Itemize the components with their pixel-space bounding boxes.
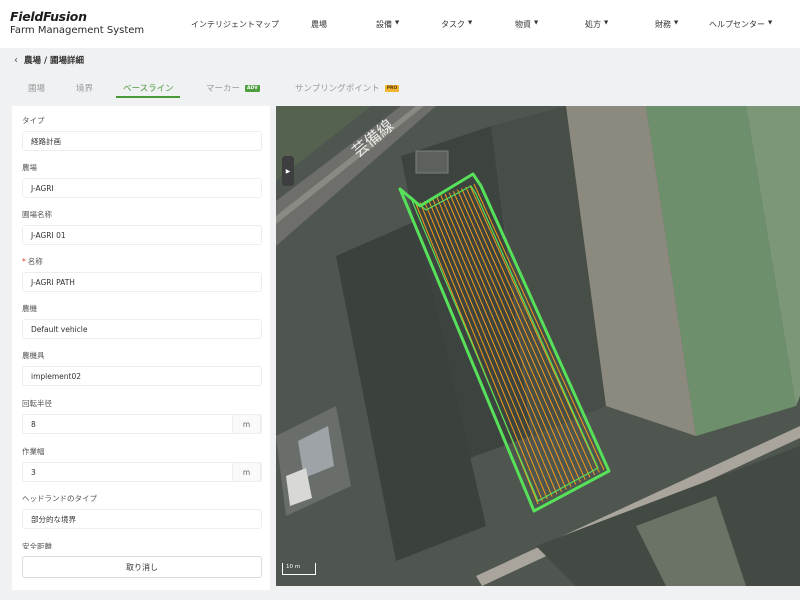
name-label-text: 名称 bbox=[27, 257, 43, 266]
type-label: タイプ bbox=[22, 116, 45, 125]
nav-label: 農場 bbox=[311, 19, 327, 29]
headland-type-select[interactable]: 部分的な境界 bbox=[22, 509, 262, 529]
caret-down-icon: ▼ bbox=[768, 20, 773, 26]
chevron-left-icon[interactable]: ‹ bbox=[14, 55, 18, 66]
caret-down-icon: ▼ bbox=[674, 20, 679, 26]
vehicle-label: 農機 bbox=[22, 304, 37, 313]
nav-label: 物資 bbox=[515, 19, 531, 29]
turning-radius-input[interactable]: 8m bbox=[22, 414, 262, 434]
working-width-input[interactable]: 3m bbox=[22, 462, 262, 482]
tab-label: サンプリングポイント bbox=[295, 84, 380, 94]
field-name-field[interactable]: J-AGRI 01 bbox=[22, 225, 262, 245]
field-value: implement02 bbox=[31, 371, 82, 381]
field-value: J-AGRI PATH bbox=[31, 277, 75, 287]
type-field[interactable]: 経路計画 bbox=[22, 131, 262, 151]
working-width-label: 作業幅 bbox=[22, 447, 45, 456]
turning-radius-label: 回転半径 bbox=[22, 399, 52, 408]
name-label: * 名称 bbox=[22, 256, 43, 267]
map-scale-bar: 10 m bbox=[282, 563, 316, 575]
required-asterisk: * bbox=[22, 257, 26, 266]
tab-field[interactable]: 圃場 bbox=[28, 82, 45, 94]
nav-label: タスク bbox=[441, 19, 465, 29]
headland-type-label: ヘッドランドのタイプ bbox=[22, 494, 97, 503]
satellite-map[interactable]: 芸備線 bbox=[276, 106, 800, 586]
cancel-button[interactable]: 取り消し bbox=[22, 556, 262, 578]
structure bbox=[415, 150, 449, 174]
unit-suffix: m bbox=[232, 414, 261, 434]
name-input[interactable]: J-AGRI PATH bbox=[22, 272, 262, 292]
logo[interactable]: FieldFusion Farm Management System bbox=[10, 9, 144, 37]
nav-label: ヘルプセンター bbox=[709, 19, 765, 29]
active-tab-indicator bbox=[116, 96, 180, 98]
caret-down-icon: ▼ bbox=[604, 20, 609, 26]
tab-label: 境界 bbox=[76, 84, 94, 94]
implement-field[interactable]: implement02 bbox=[22, 366, 262, 386]
pro-badge: PRO bbox=[384, 84, 400, 92]
logo-subtitle: Farm Management System bbox=[10, 25, 145, 36]
nav-item-prescription[interactable]: 処方 ▼ bbox=[585, 0, 608, 48]
caret-down-icon: ▼ bbox=[468, 20, 473, 26]
tab-label: 圃場 bbox=[28, 84, 46, 94]
field-name-label: 圃場名称 bbox=[22, 210, 52, 219]
tab-sampling-point[interactable]: サンプリングポイント PRO bbox=[295, 82, 400, 94]
unit-suffix: m bbox=[232, 462, 261, 482]
tab-marker[interactable]: マーカー ADV bbox=[206, 82, 260, 94]
nav-label: インテリジェントマップ bbox=[191, 19, 279, 29]
tab-label: マーカー bbox=[206, 84, 241, 94]
tab-boundary[interactable]: 境界 bbox=[76, 82, 93, 94]
nav-label: 処方 bbox=[585, 19, 601, 29]
baseline-form-panel: タイプ 経路計画 農場 J-AGRI 圃場名称 J-AGRI 01 * 名称 J-… bbox=[12, 106, 270, 590]
breadcrumb-text: 農場 / 圃場詳細 bbox=[24, 56, 85, 66]
nav-item-equipment[interactable]: 設備 ▼ bbox=[376, 0, 399, 48]
caret-right-icon[interactable]: ▶ bbox=[282, 156, 294, 186]
nav-label: 財務 bbox=[655, 19, 671, 29]
field-value: 経路計画 bbox=[31, 136, 61, 146]
nav-item-intelligent-map[interactable]: インテリジェントマップ bbox=[191, 0, 279, 48]
form-footer: 取り消し bbox=[12, 549, 270, 590]
vehicle-field[interactable]: Default vehicle bbox=[22, 319, 262, 339]
tab-baseline[interactable]: ベースライン bbox=[123, 82, 174, 94]
nav-item-supplies[interactable]: 物資 ▼ bbox=[515, 0, 538, 48]
nav-item-task[interactable]: タスク ▼ bbox=[441, 0, 472, 48]
field-value: Default vehicle bbox=[31, 324, 88, 334]
farm-field[interactable]: J-AGRI bbox=[22, 178, 262, 198]
field-value: 3 bbox=[31, 467, 36, 477]
logo-brand: FieldFusion bbox=[10, 9, 87, 24]
tab-label: ベースライン bbox=[123, 84, 174, 94]
field-value: 部分的な境界 bbox=[31, 514, 76, 524]
farm-label: 農場 bbox=[22, 163, 37, 172]
nav-item-finance[interactable]: 財務 ▼ bbox=[655, 0, 678, 48]
field-value: 8 bbox=[31, 419, 36, 429]
adv-badge: ADV bbox=[245, 84, 260, 92]
nav-item-farm[interactable]: 農場 bbox=[311, 0, 327, 48]
nav-item-help-center[interactable]: ヘルプセンター ▼ bbox=[709, 0, 772, 48]
nav-label: 設備 bbox=[376, 19, 392, 29]
caret-down-icon: ▼ bbox=[395, 20, 400, 26]
caret-down-icon: ▼ bbox=[534, 20, 539, 26]
breadcrumb: ‹ 農場 / 圃場詳細 bbox=[14, 54, 85, 67]
field-value: J-AGRI bbox=[31, 183, 54, 193]
field-value: J-AGRI 01 bbox=[31, 230, 66, 240]
map-canvas[interactable]: 芸備線 bbox=[276, 106, 800, 586]
implement-label: 農機具 bbox=[22, 351, 45, 360]
top-bar: FieldFusion Farm Management System インテリジ… bbox=[0, 0, 800, 48]
